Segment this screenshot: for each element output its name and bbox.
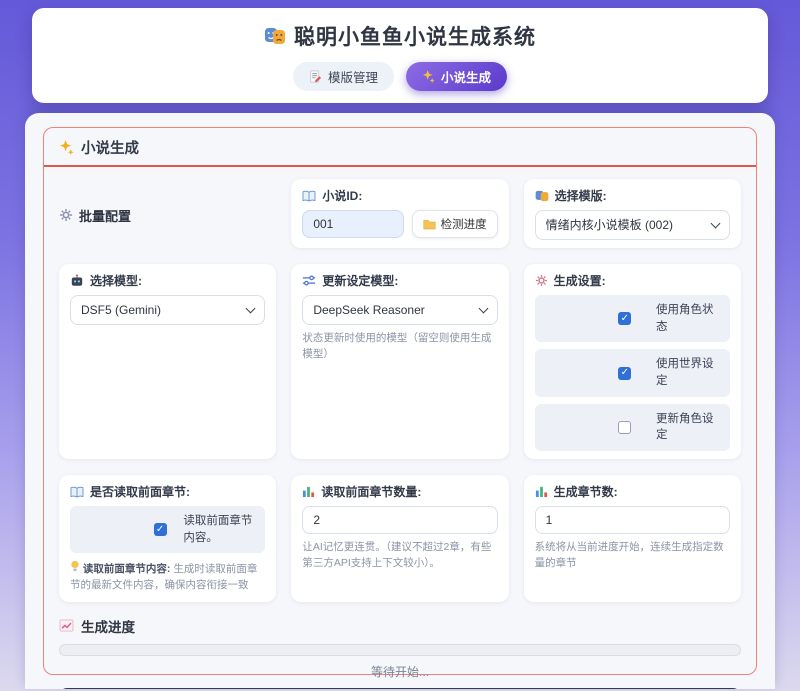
tab-template-management[interactable]: 模版管理 xyxy=(293,62,394,91)
check-progress-button[interactable]: 检测进度 xyxy=(412,210,498,238)
robot-icon xyxy=(70,274,84,287)
template-select[interactable]: 情绪内核小说模板 (002) xyxy=(535,210,730,240)
model-select[interactable]: DSF5 (Gemini) xyxy=(70,295,265,325)
batch-config-label: 批量配置 xyxy=(79,206,131,225)
masks-icon xyxy=(535,190,549,202)
template-label: 选择模版: xyxy=(535,187,730,204)
sparkles-icon xyxy=(59,140,74,155)
barchart-icon xyxy=(302,485,315,498)
sliders-icon xyxy=(302,275,316,286)
checkbox-read-previous[interactable]: ✓ xyxy=(154,523,167,536)
model-select-card: 选择模型: DSF5 (Gemini) xyxy=(59,264,276,459)
progress-heading: 生成进度 xyxy=(59,616,741,636)
panel-title: 小说生成 xyxy=(44,128,756,167)
memo-icon xyxy=(309,70,322,83)
read-previous-tip: 读取前面章节内容: 生成时读取前面章节的最新文件内容，确保内容衔接一致 xyxy=(70,560,265,594)
trend-up-icon xyxy=(59,619,74,632)
novel-id-card: 小说ID: 检测进度 xyxy=(291,179,508,248)
read-previous-count-hint: 让AI记忆更连贯。（建议不超过2章，有些第三方API支持上下文较小）。 xyxy=(302,540,497,572)
generation-settings-card: 生成设置: ✓ 使用角色状态 ✓ 使用世界设定 更新角色设定 xyxy=(524,264,741,459)
main-tabs: 模版管理 小说生成 xyxy=(32,62,768,91)
generation-progress-bar xyxy=(59,644,741,656)
tab-label: 小说生成 xyxy=(441,67,491,86)
checkbox-use-character-status[interactable]: ✓ xyxy=(618,312,631,325)
folder-icon xyxy=(423,219,436,230)
masks-icon xyxy=(264,27,286,45)
book-icon xyxy=(70,486,84,498)
read-previous-card: 是否读取前面章节: ✓ 读取前面章节内容。 读取前面章节内容: 生成时读取前面章… xyxy=(59,475,276,602)
update-model-hint: 状态更新时使用的模型（留空则使用生成模型） xyxy=(302,331,497,363)
update-model-select[interactable]: DeepSeek Reasoner xyxy=(302,295,497,325)
tab-label: 模版管理 xyxy=(328,67,378,86)
batch-config-heading: 批量配置 xyxy=(59,179,276,248)
tab-novel-generation[interactable]: 小说生成 xyxy=(406,62,507,91)
app-header: 聪明小鱼鱼小说生成系统 模版管理 小说生成 xyxy=(32,8,768,103)
sparkles-icon xyxy=(422,70,435,83)
novel-id-input[interactable] xyxy=(302,210,403,238)
chapter-count-card: 生成章节数: 系统将从当前进度开始，连续生成指定数量的章节 xyxy=(524,475,741,602)
checkbox-use-world-setting[interactable]: ✓ xyxy=(618,367,631,380)
novel-generation-panel: 小说生成 批量配置 小说ID: xyxy=(43,127,757,675)
read-previous-count-input[interactable] xyxy=(302,506,497,534)
gear-icon xyxy=(535,274,548,287)
option-update-character-setting: 更新角色设定 xyxy=(535,404,730,451)
app-title: 聪明小鱼鱼小说生成系统 xyxy=(32,21,768,51)
book-icon xyxy=(302,190,316,202)
progress-status-text: 等待开始... xyxy=(59,663,741,680)
generation-log: [16:00:17] 检测到小说 001，当前已生成 4 章，下一章为第 5 章 xyxy=(59,688,741,689)
update-model-card: 更新设定模型: DeepSeek Reasoner 状态更新时使用的模型（留空则… xyxy=(291,264,508,459)
main-content: 小说生成 批量配置 小说ID: xyxy=(25,113,775,689)
model-label: 选择模型: xyxy=(70,272,265,289)
option-read-previous: ✓ 读取前面章节内容。 xyxy=(70,506,265,553)
option-use-character-status: ✓ 使用角色状态 xyxy=(535,295,730,342)
app-title-text: 聪明小鱼鱼小说生成系统 xyxy=(294,21,536,51)
template-select-card: 选择模版: 情绪内核小说模板 (002) xyxy=(524,179,741,248)
barchart-icon xyxy=(535,485,548,498)
read-previous-count-label: 读取前面章节数量: xyxy=(302,483,497,500)
checkbox-update-character-setting[interactable] xyxy=(618,421,631,434)
panel-title-text: 小说生成 xyxy=(81,137,139,158)
chapter-count-input[interactable] xyxy=(535,506,730,534)
generation-settings-label: 生成设置: xyxy=(535,272,730,289)
read-previous-count-card: 读取前面章节数量: 让AI记忆更连贯。（建议不超过2章，有些第三方API支持上下… xyxy=(291,475,508,602)
chapter-count-label: 生成章节数: xyxy=(535,483,730,500)
chapter-count-hint: 系统将从当前进度开始，连续生成指定数量的章节 xyxy=(535,540,730,572)
option-use-world-setting: ✓ 使用世界设定 xyxy=(535,349,730,396)
gear-icon xyxy=(59,208,73,222)
read-previous-label: 是否读取前面章节: xyxy=(70,483,265,500)
novel-id-label: 小说ID: xyxy=(302,187,497,204)
bulb-icon xyxy=(70,560,80,573)
update-model-label: 更新设定模型: xyxy=(302,272,497,289)
